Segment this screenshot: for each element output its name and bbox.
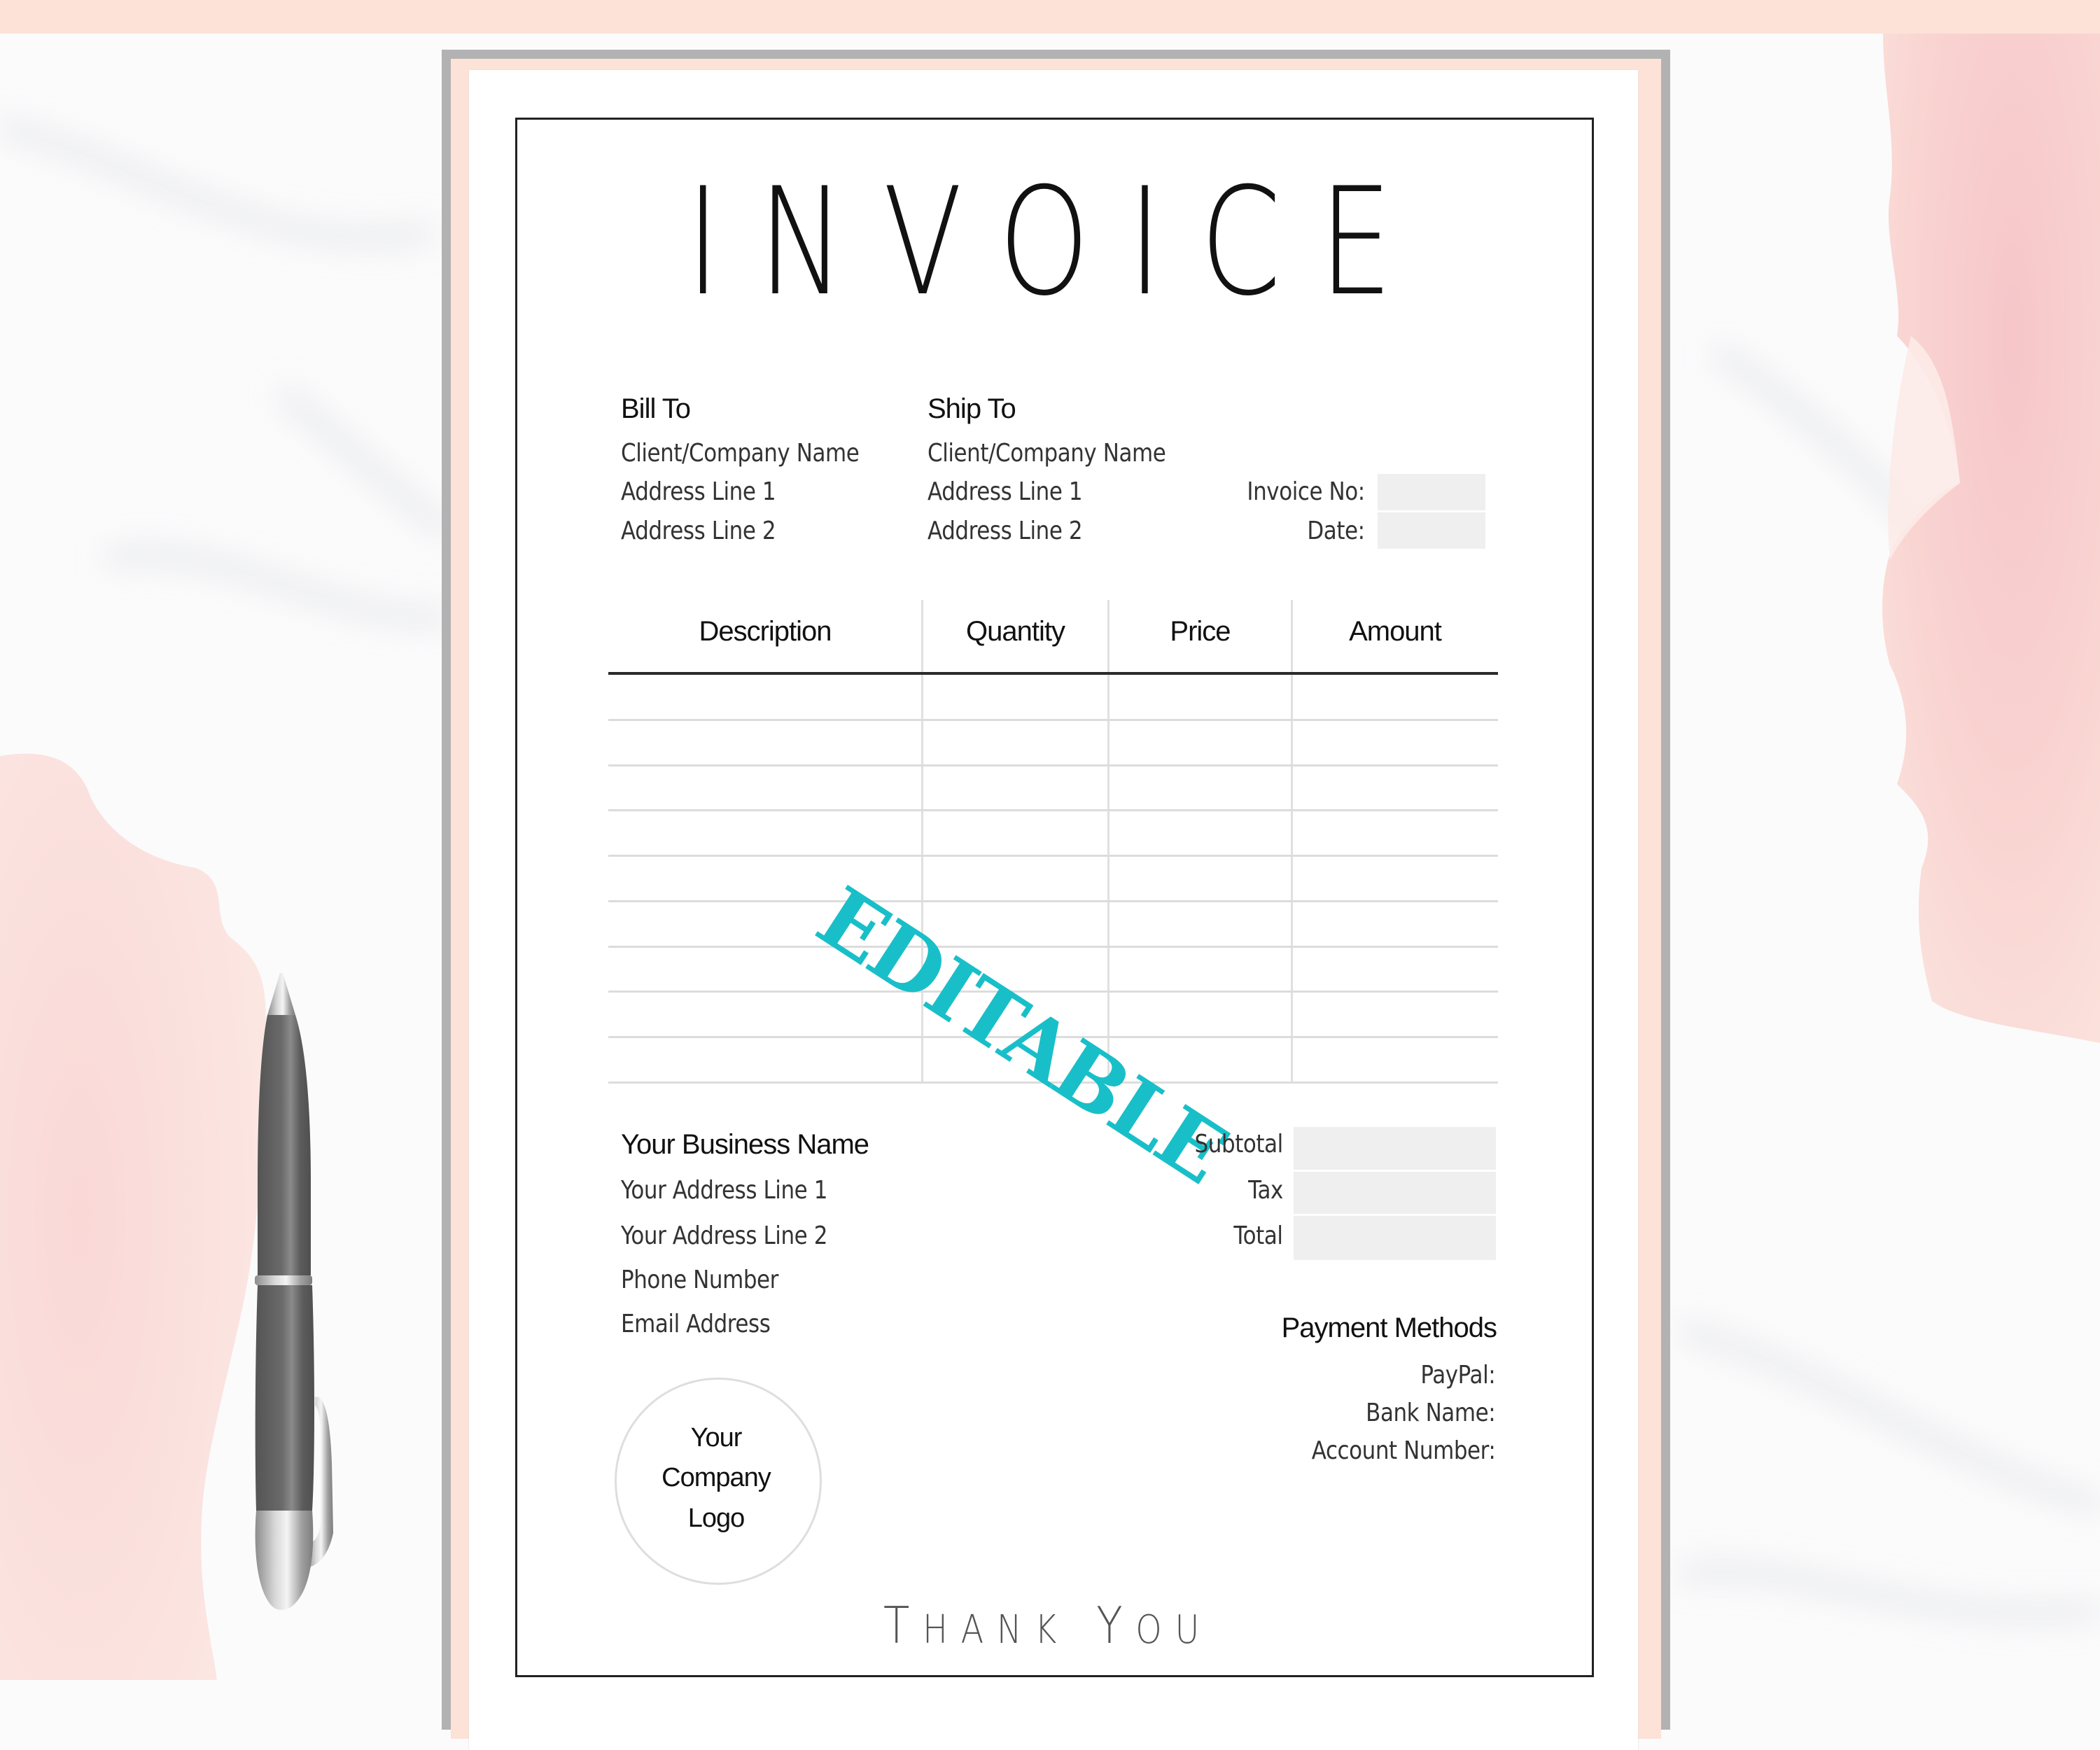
pen-illustration	[255, 973, 333, 1610]
payment-paypal[interactable]: PayPal:	[1420, 1361, 1495, 1390]
logo-text-line: Logo	[687, 1504, 746, 1533]
table-row[interactable]	[608, 675, 1498, 720]
payment-methods-heading: Payment Methods	[1281, 1312, 1497, 1343]
column-header-price: Price	[1170, 616, 1231, 647]
business-phone[interactable]: Phone Number	[621, 1266, 778, 1294]
total-label: Total	[1233, 1222, 1284, 1250]
invoice-no-label: Invoice No:	[1247, 477, 1366, 506]
logo-text-line: Your	[690, 1423, 743, 1452]
total-field[interactable]	[1294, 1216, 1496, 1260]
thank-you-word: HANK	[923, 1607, 1070, 1653]
business-address-2[interactable]: Your Address Line 2	[621, 1222, 827, 1250]
pen-tip	[267, 973, 295, 1015]
table-row[interactable]	[608, 720, 1498, 766]
table-row[interactable]	[608, 856, 1498, 902]
thank-you-word: OU	[1135, 1607, 1213, 1653]
table-row[interactable]	[608, 902, 1498, 947]
column-header-quantity: Quantity	[966, 616, 1065, 647]
bill-to-address-2[interactable]: Address Line 2	[621, 517, 776, 545]
column-header-amount: Amount	[1349, 616, 1442, 647]
thank-you-initial: Y	[1096, 1596, 1136, 1655]
payment-account-number[interactable]: Account Number:	[1311, 1436, 1495, 1465]
tax-label: Tax	[1248, 1176, 1283, 1205]
top-accent-band	[0, 0, 2100, 34]
pen-ring	[255, 1275, 312, 1285]
subtotal-label: Subtotal	[1194, 1130, 1284, 1158]
business-address-1[interactable]: Your Address Line 1	[621, 1176, 827, 1205]
business-email[interactable]: Email Address	[621, 1310, 771, 1338]
business-name[interactable]: Your Business Name	[621, 1129, 869, 1161]
ship-to-address-2[interactable]: Address Line 2	[927, 517, 1083, 545]
ship-to-company[interactable]: Client/Company Name	[927, 439, 1166, 468]
table-row[interactable]	[608, 811, 1498, 856]
bill-to-heading: Bill To	[621, 393, 691, 424]
thank-you-footer: THANK YOU	[883, 1596, 1212, 1655]
date-field[interactable]	[1378, 512, 1485, 549]
pen-cap	[255, 1511, 314, 1610]
table-row[interactable]	[608, 766, 1498, 811]
column-header-description: Description	[699, 616, 832, 647]
logo-text-line: Company	[662, 1463, 771, 1492]
payment-bank-name[interactable]: Bank Name:	[1366, 1399, 1496, 1427]
ship-to-heading: Ship To	[927, 393, 1016, 424]
ship-to-address-1[interactable]: Address Line 1	[927, 477, 1083, 506]
bill-to-address-1[interactable]: Address Line 1	[621, 477, 776, 506]
table-row[interactable]	[608, 947, 1498, 993]
date-label: Date:	[1307, 517, 1366, 545]
tax-field[interactable]	[1294, 1172, 1496, 1214]
thank-you-initial: T	[883, 1596, 923, 1655]
bill-to-company[interactable]: Client/Company Name	[621, 439, 860, 468]
invoice-no-field[interactable]	[1378, 474, 1485, 510]
invoice-title: INVOICE	[686, 155, 1431, 328]
subtotal-field[interactable]	[1294, 1127, 1496, 1170]
